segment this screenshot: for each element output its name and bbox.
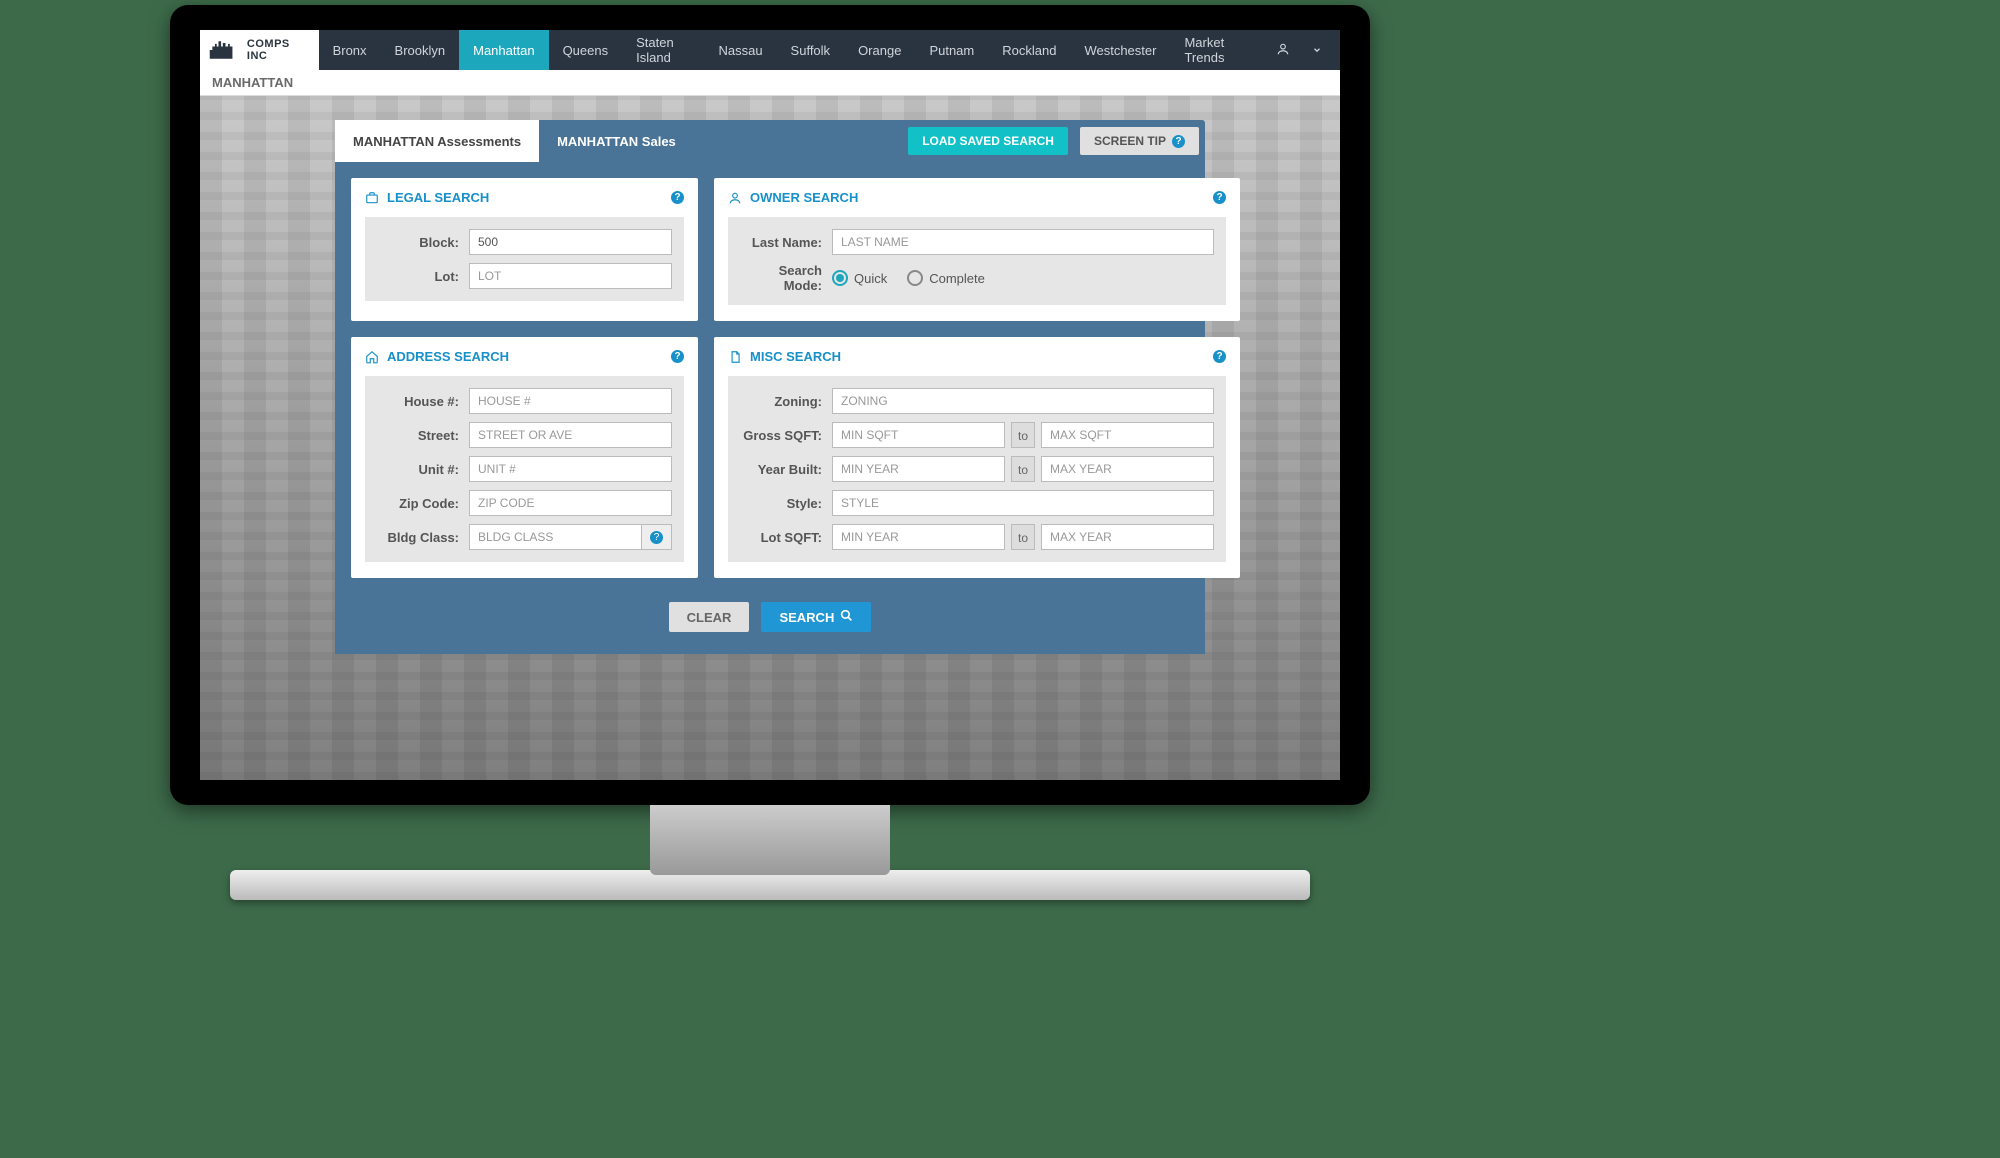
range-separator: to [1011,456,1035,482]
year-min-input[interactable] [832,456,1005,482]
document-icon [728,350,742,364]
year-built-label: Year Built: [740,462,832,477]
nav-item-bronx[interactable]: Bronx [319,30,381,70]
chevron-down-icon [1312,43,1322,58]
street-input[interactable] [469,422,672,448]
lot-label: Lot: [377,269,469,284]
street-label: Street: [377,428,469,443]
range-separator: to [1011,524,1035,550]
nav-item-manhattan[interactable]: Manhattan [459,30,548,70]
house-input[interactable] [469,388,672,414]
range-separator: to [1011,422,1035,448]
lastname-input[interactable] [832,229,1214,255]
lastname-label: Last Name: [740,235,832,250]
card-title: LEGAL SEARCH [387,190,489,205]
card-title: ADDRESS SEARCH [387,349,509,364]
zip-input[interactable] [469,490,672,516]
address-search-card: ADDRESS SEARCH ? House #: Street: Unit #… [351,337,698,578]
help-icon: ? [1172,135,1185,148]
house-label: House #: [377,394,469,409]
help-icon[interactable]: ? [1213,191,1226,204]
monitor-base [230,870,1310,900]
nav-item-orange[interactable]: Orange [844,30,915,70]
search-button[interactable]: SEARCH [761,602,871,632]
help-icon[interactable]: ? [1213,350,1226,363]
panel-grid: LEGAL SEARCH ? Block: Lot: [335,162,1205,588]
screen: COMPS INC BronxBrooklynManhattanQueensSt… [200,30,1340,780]
logo-text: COMPS INC [247,38,311,62]
briefcase-icon [365,191,379,205]
nav-item-queens[interactable]: Queens [549,30,623,70]
skyline-icon [208,39,243,61]
zip-label: Zip Code: [377,496,469,511]
legal-search-card: LEGAL SEARCH ? Block: Lot: [351,178,698,321]
tab-sales[interactable]: MANHATTAN Sales [539,120,694,162]
owner-search-card: OWNER SEARCH ? Last Name: Search Mode: [714,178,1240,321]
unit-input[interactable] [469,456,672,482]
action-row: CLEAR SEARCH [335,588,1205,654]
radio-complete[interactable]: Complete [907,270,985,286]
person-icon [728,191,742,205]
gross-max-input[interactable] [1041,422,1214,448]
tab-assessments[interactable]: MANHATTAN Assessments [335,120,539,162]
misc-search-card: MISC SEARCH ? Zoning: Gross SQFT: to Year… [714,337,1240,578]
gross-sqft-label: Gross SQFT: [740,428,832,443]
nav-item-putnam[interactable]: Putnam [915,30,988,70]
nav-item-suffolk[interactable]: Suffolk [777,30,845,70]
block-label: Block: [377,235,469,250]
lot-min-input[interactable] [832,524,1005,550]
search-icon [840,609,853,625]
nav-list: BronxBrooklynManhattanQueensStaten Islan… [319,30,1258,70]
radio-quick[interactable]: Quick [832,270,887,286]
breadcrumb-text: MANHATTAN [212,75,293,90]
nav-item-staten-island[interactable]: Staten Island [622,30,704,70]
style-input[interactable] [832,490,1214,516]
zoning-label: Zoning: [740,394,832,409]
top-navigation: COMPS INC BronxBrooklynManhattanQueensSt… [200,30,1340,70]
load-saved-search-button[interactable]: LOAD SAVED SEARCH [908,127,1068,155]
monitor-frame: COMPS INC BronxBrooklynManhattanQueensSt… [170,5,1370,805]
home-icon [365,350,379,364]
help-icon[interactable]: ? [671,191,684,204]
lot-sqft-label: Lot SQFT: [740,530,832,545]
help-icon: ? [650,531,663,544]
card-title: MISC SEARCH [750,349,841,364]
breadcrumb: MANHATTAN [200,70,1340,96]
nav-item-nassau[interactable]: Nassau [704,30,776,70]
unit-label: Unit #: [377,462,469,477]
help-icon[interactable]: ? [671,350,684,363]
bldg-class-input[interactable] [469,524,642,550]
clear-button[interactable]: CLEAR [669,602,750,632]
user-icon [1276,42,1290,59]
tab-strip: MANHATTAN Assessments MANHATTAN Sales LO… [335,120,1205,162]
style-label: Style: [740,496,832,511]
gross-min-input[interactable] [832,422,1005,448]
bldg-class-label: Bldg Class: [377,530,469,545]
nav-item-brooklyn[interactable]: Brooklyn [381,30,460,70]
user-menu[interactable] [1258,42,1340,59]
bldg-class-help-button[interactable]: ? [642,524,672,550]
screen-tip-button[interactable]: SCREEN TIP ? [1080,127,1199,155]
search-mode-label: Search Mode: [740,263,832,293]
lot-input[interactable] [469,263,672,289]
nav-item-market-trends[interactable]: Market Trends [1170,30,1258,70]
card-title: OWNER SEARCH [750,190,858,205]
year-max-input[interactable] [1041,456,1214,482]
nav-item-westchester[interactable]: Westchester [1070,30,1170,70]
zoning-input[interactable] [832,388,1214,414]
lot-max-input[interactable] [1041,524,1214,550]
block-input[interactable] [469,229,672,255]
search-form-container: MANHATTAN Assessments MANHATTAN Sales LO… [335,120,1205,654]
logo[interactable]: COMPS INC [200,30,319,70]
nav-item-rockland[interactable]: Rockland [988,30,1070,70]
